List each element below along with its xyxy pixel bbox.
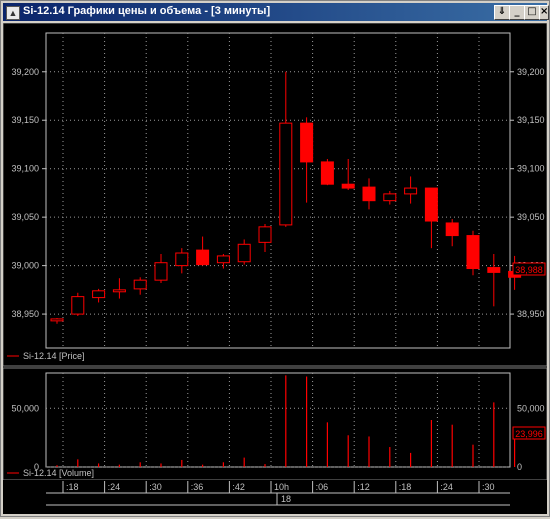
candle-body[interactable] [175, 252, 189, 267]
candle-body[interactable] [466, 235, 480, 270]
maximize-button[interactable]: □ [524, 5, 540, 20]
time-label: :24 [108, 482, 121, 492]
time-label: :06 [316, 482, 329, 492]
candle-body[interactable] [424, 187, 438, 222]
candle-body[interactable] [279, 122, 293, 226]
candle-body[interactable] [258, 226, 272, 243]
candle-body[interactable] [404, 187, 418, 195]
candle-body[interactable] [216, 255, 230, 264]
volume-tick-label: 50,000 [11, 403, 39, 413]
price-tick-label: 39,050 [11, 212, 39, 222]
price-tick-label: 39,000 [11, 261, 39, 271]
candle-body[interactable] [154, 262, 168, 281]
close-button[interactable]: × [539, 5, 549, 20]
price-tick-label-right: 39,050 [517, 212, 545, 222]
day-label: 18 [281, 494, 291, 504]
last-volume-label: 23,996 [515, 429, 543, 439]
window-title: Si-12.14 Графики цены и объема - [3 мину… [23, 5, 271, 17]
price-tick-label: 39,100 [11, 164, 39, 174]
candle-body[interactable] [50, 318, 64, 322]
price-tick-label: 38,950 [11, 309, 39, 319]
price-tick-label-right: 38,950 [517, 309, 545, 319]
time-label: :18 [66, 482, 79, 492]
pin-button[interactable]: ⇓ [494, 5, 510, 20]
candle-body[interactable] [112, 289, 126, 293]
time-label: :36 [191, 482, 204, 492]
volume-panel [2, 367, 548, 481]
volume-tick-label-right: 50,000 [517, 403, 545, 413]
time-label: :42 [232, 482, 245, 492]
chart-icon[interactable]: ▲ [6, 6, 20, 20]
price-tick-label-right: 39,200 [517, 67, 545, 77]
candle-body[interactable] [320, 161, 334, 185]
last-price-label: 38,988 [515, 265, 543, 275]
price-volume-chart[interactable]: 39,200 39,150 39,100 39,050 39,000 38,950 39,… [2, 22, 548, 514]
price-tick-label: 39,200 [11, 67, 39, 77]
candle-body[interactable] [362, 186, 376, 202]
candle-body[interactable] [196, 249, 210, 266]
volume-tick-label-right: 0 [517, 462, 522, 472]
minimize-button[interactable]: _ [509, 5, 525, 20]
time-label: :12 [357, 482, 370, 492]
candle-body[interactable] [71, 296, 85, 315]
candle-body[interactable] [300, 122, 314, 163]
time-label: 10h [274, 482, 289, 492]
time-label: :24 [440, 482, 453, 492]
time-label: :30 [482, 482, 495, 492]
title-bar[interactable]: ▲ Si-12.14 Графики цены и объема - [3 ми… [3, 3, 549, 21]
price-tick-label: 39,150 [11, 115, 39, 125]
chart-window: ▲ Si-12.14 Графики цены и объема - [3 ми… [0, 0, 550, 517]
price-legend: Si-12.14 [Price] [23, 351, 85, 361]
candle-body[interactable] [445, 222, 459, 237]
candle-body[interactable] [341, 183, 355, 189]
price-tick-label-right: 39,100 [517, 164, 545, 174]
candle-body[interactable] [383, 193, 397, 202]
chart-area[interactable]: 39,200 39,150 39,100 39,050 39,000 38,950 39,… [2, 22, 548, 514]
price-tick-label-right: 39,150 [517, 115, 545, 125]
candle-body[interactable] [92, 290, 106, 299]
time-label: :18 [399, 482, 412, 492]
candle-body[interactable] [487, 267, 501, 273]
time-label: :30 [149, 482, 162, 492]
candle-body[interactable] [237, 243, 251, 263]
candle-body[interactable] [133, 279, 147, 290]
volume-legend: Si-12.14 [Volume] [23, 468, 94, 478]
